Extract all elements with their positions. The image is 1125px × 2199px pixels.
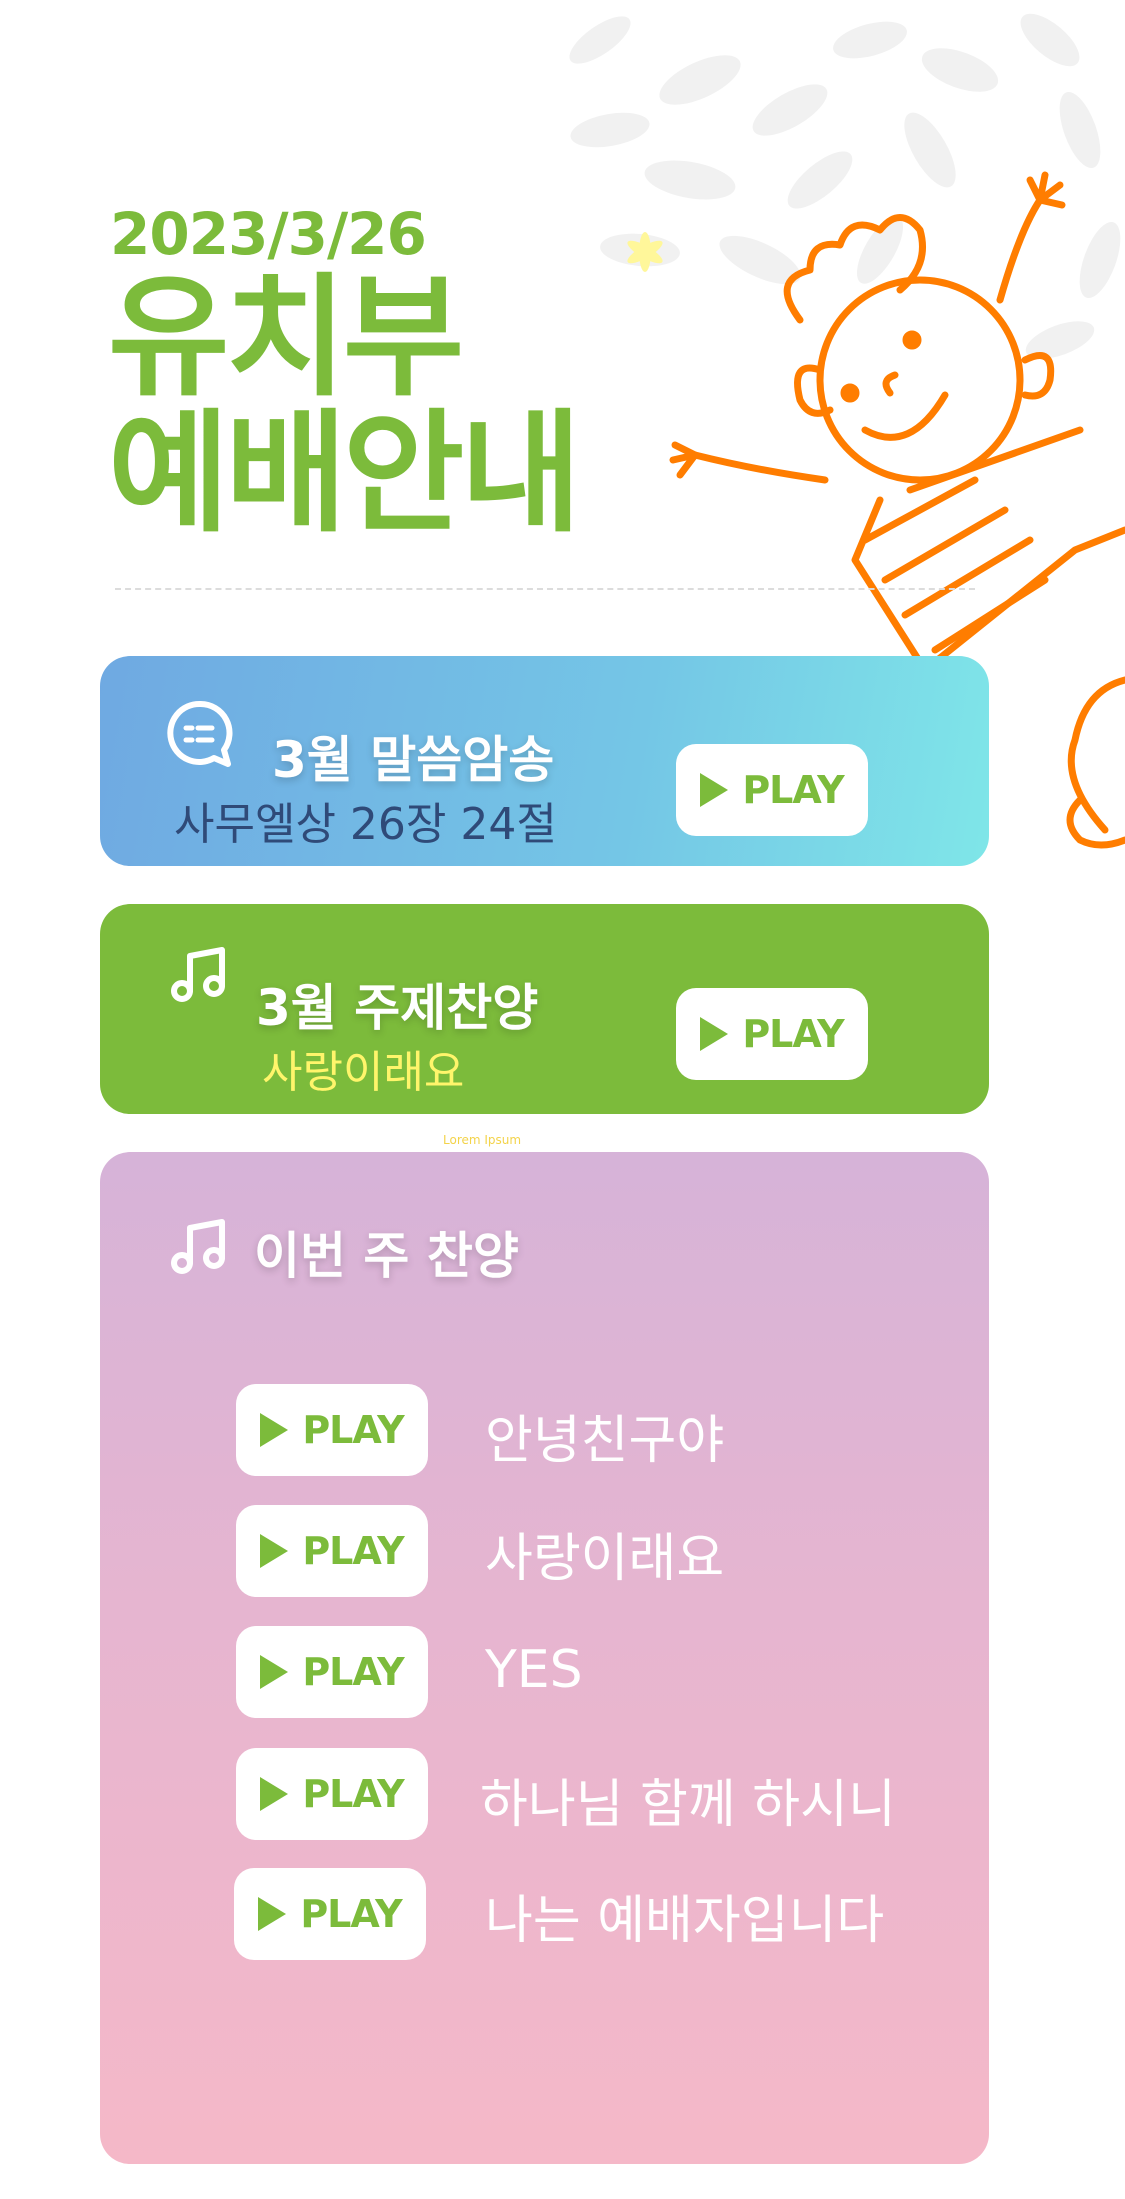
song-title: 하나님 함께 하시니 [480, 1775, 896, 1835]
memory-verse-card: 3월 말씀암송 사무엘상 26장 24절 PLAY [100, 656, 989, 866]
page-title-line2: 예배안내 [108, 397, 582, 551]
song-title: YES [485, 1640, 583, 1700]
song-play-button[interactable]: PLAY [236, 1384, 428, 1476]
header-divider [115, 588, 975, 590]
song-play-button[interactable]: PLAY [234, 1868, 426, 1960]
play-icon [260, 1413, 289, 1447]
play-icon [700, 773, 729, 807]
play-icon [258, 1897, 287, 1931]
speech-bubble-icon [167, 700, 233, 767]
music-note-icon [171, 1219, 225, 1274]
memory-verse-play-button[interactable]: PLAY [676, 744, 868, 836]
memory-verse-reference: 사무엘상 26장 24절 [174, 799, 557, 850]
play-icon [260, 1534, 289, 1568]
play-icon [700, 1017, 729, 1051]
play-icon [260, 1777, 289, 1811]
play-label: PLAY [742, 1012, 844, 1056]
song-play-button[interactable]: PLAY [236, 1505, 428, 1597]
play-label: PLAY [302, 1650, 404, 1694]
play-label: PLAY [300, 1892, 402, 1936]
service-date: 2023/3/26 [110, 200, 427, 268]
song-play-button[interactable]: PLAY [236, 1748, 428, 1840]
play-label: PLAY [302, 1408, 404, 1452]
memory-verse-title: 3월 말씀암송 [272, 731, 555, 789]
song-title: 안녕친구야 [485, 1411, 725, 1471]
play-label: PLAY [742, 768, 844, 812]
theme-song-play-button[interactable]: PLAY [676, 988, 868, 1080]
music-note-icon [171, 947, 225, 1002]
page-title: 유치부 예배안내 [108, 261, 582, 551]
theme-song-card: 3월 주제찬양 사랑이래요 PLAY [100, 904, 989, 1114]
page-title-line1: 유치부 [108, 261, 464, 415]
play-icon [260, 1655, 289, 1689]
song-title: 나는 예배자입니다 [485, 1891, 885, 1951]
theme-song-title: 3월 주제찬양 [256, 979, 539, 1037]
play-label: PLAY [302, 1529, 404, 1573]
theme-song-name: 사랑이래요 [262, 1047, 465, 1098]
weekly-songs-title: 이번 주 찬양 [254, 1227, 519, 1285]
song-title: 사랑이래요 [485, 1529, 725, 1589]
placeholder-caption: Lorem Ipsum [443, 1133, 522, 1147]
play-label: PLAY [302, 1772, 404, 1816]
song-play-button[interactable]: PLAY [236, 1626, 428, 1718]
